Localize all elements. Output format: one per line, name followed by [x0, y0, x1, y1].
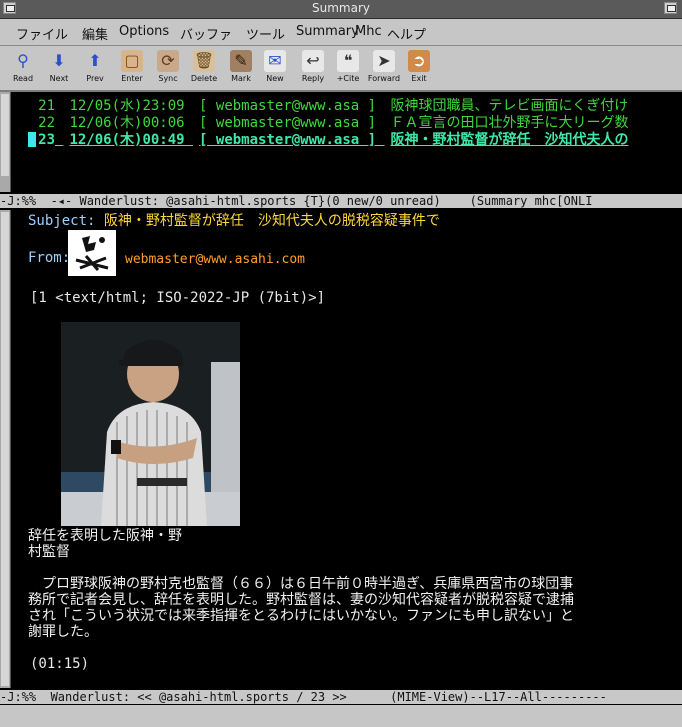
- next-label: Next: [49, 74, 69, 83]
- menu-buffers[interactable]: バッファ: [180, 24, 232, 43]
- summary-row[interactable]: 21 12/05(水)23:09 [ webmaster@www.asa ] 阪…: [28, 98, 628, 115]
- row-subject: 阪神球団職員、テレビ画面にくぎ付け: [390, 98, 629, 114]
- open-folder-icon: ▢: [121, 50, 143, 72]
- summary-row[interactable]: 22 12/06(木)00:06 [ webmaster@www.asa ] Ｆ…: [28, 115, 628, 132]
- row-subject: ＦＡ宣言の田口壮外野手に大リーグ数: [390, 115, 629, 131]
- row-date: 12/06(木)00:49: [69, 132, 185, 148]
- forward-icon: ➤: [373, 50, 395, 72]
- row-date: 12/05(水)23:09: [69, 98, 185, 114]
- menu-mhc[interactable]: Mhc: [355, 24, 382, 39]
- row-from: [ webmaster@www.asa ]: [199, 132, 377, 148]
- sync-icon: ⟳: [157, 50, 179, 72]
- message-scroll-thumb[interactable]: [1, 212, 9, 686]
- new-label: New: [266, 74, 284, 83]
- message-pane: Subject: 阪神・野村監督が辞任 沙知代夫人の脱税容疑事件で From: …: [0, 210, 682, 688]
- body-line: 務所で記者会見し、辞任を表明した。野村監督は、妻の沙知代容疑者が脱税容疑で逮捕: [28, 592, 574, 608]
- reply-label: Reply: [301, 74, 325, 83]
- enter-button[interactable]: ▢ Enter: [115, 48, 149, 88]
- subject-label: Subject:: [28, 213, 96, 229]
- x-face-image: [68, 230, 116, 276]
- sync-button[interactable]: ⟳ Sync: [151, 48, 185, 88]
- next-button[interactable]: ⬇ Next: [42, 48, 76, 88]
- row-from: [ webmaster@www.asa ]: [199, 98, 377, 114]
- mark-button[interactable]: ✎ Mark: [224, 48, 258, 88]
- reply-button[interactable]: ↩ Reply: [296, 48, 330, 88]
- forward-button[interactable]: ➤ Forward: [367, 48, 401, 88]
- mark-label: Mark: [231, 74, 251, 83]
- menu-bar: ファイル 編集 Options バッファ ツール Summary Mhc ヘルプ: [0, 19, 682, 46]
- emacs-window: Summary ファイル 編集 Options バッファ ツール Summary…: [0, 0, 682, 727]
- exit-label: Exit: [411, 74, 427, 83]
- reply-icon: ↩: [302, 50, 324, 72]
- photo-caption: 辞任を表明した阪神・野 村監督: [28, 528, 182, 560]
- window-title: Summary: [312, 1, 370, 15]
- menu-tools[interactable]: ツール: [246, 24, 285, 43]
- row-date: 12/06(木)00:06: [69, 115, 185, 131]
- cite-button[interactable]: ❝ +Cite: [331, 48, 365, 88]
- summary-scrollbar[interactable]: [0, 92, 11, 192]
- new-button[interactable]: ✉ New: [258, 48, 292, 88]
- from-label: From:: [28, 250, 71, 266]
- magnifier-icon: ⚲: [17, 51, 29, 70]
- from-address-wrap: webmaster@www.asahi.com: [125, 251, 305, 267]
- caption-line: 辞任を表明した阪神・野: [28, 528, 182, 544]
- forward-label: Forward: [367, 74, 401, 83]
- exit-button[interactable]: ➲ Exit: [402, 48, 436, 88]
- menu-edit[interactable]: 編集: [82, 24, 108, 43]
- row-number: 21: [38, 98, 55, 114]
- summary-scroll-thumb[interactable]: [1, 94, 9, 176]
- menu-summary[interactable]: Summary: [296, 24, 359, 39]
- trash-icon: 🗑: [193, 50, 215, 72]
- read-button[interactable]: ⚲ Read: [6, 48, 40, 88]
- mark-icon: ✎: [230, 50, 252, 72]
- summary-mode-line: -J:%% -◂- Wanderlust: @asahi-html.sports…: [0, 194, 682, 208]
- summary-row-current[interactable]: 23 12/06(木)00:49 [ webmaster@www.asa ] 阪…: [28, 132, 628, 149]
- cite-icon: ❝: [337, 50, 359, 72]
- maximize-button[interactable]: [664, 2, 677, 14]
- arrow-down-icon: ⬇: [52, 51, 66, 70]
- enter-label: Enter: [121, 74, 143, 83]
- new-mail-icon: ✉: [264, 50, 286, 72]
- menu-help[interactable]: ヘルプ: [387, 24, 426, 43]
- subject-header: Subject: 阪神・野村監督が辞任 沙知代夫人の脱税容疑事件で: [28, 210, 440, 230]
- from-address[interactable]: webmaster@www.asahi.com: [125, 252, 305, 267]
- menu-file[interactable]: ファイル: [16, 24, 68, 43]
- body-line: され「こういう状況では来季指揮をとるわけにはいかない。ファンにも申し訳ない」と: [28, 608, 574, 624]
- message-mode-line: -J:%% Wanderlust: << @asahi-html.sports …: [0, 690, 682, 704]
- article-photo: [61, 322, 240, 526]
- summary-pane: 21 12/05(水)23:09 [ webmaster@www.asa ] 阪…: [0, 92, 682, 192]
- title-bar: Summary: [0, 0, 682, 19]
- delete-label: Delete: [190, 74, 218, 83]
- row-number: 22: [38, 115, 55, 131]
- cite-label: +Cite: [336, 74, 360, 83]
- prev-button[interactable]: ⬆ Prev: [78, 48, 112, 88]
- window-bottom-frame: [0, 705, 682, 727]
- mime-part-button[interactable]: [1 <text/html; ISO-2022-JP (7bit)>]: [30, 290, 325, 306]
- read-label: Read: [12, 74, 34, 83]
- prev-label: Prev: [86, 74, 104, 83]
- row-from: [ webmaster@www.asa ]: [199, 115, 377, 131]
- caption-line: 村監督: [28, 544, 70, 560]
- message-scrollbar[interactable]: [0, 210, 11, 688]
- delete-button[interactable]: 🗑 Delete: [187, 48, 221, 88]
- body-line: プロ野球阪神の野村克也監督（６６）は６日午前０時半過ぎ、兵庫県西宮市の球団事: [28, 576, 574, 592]
- body-line: 謝罪した。: [28, 624, 98, 640]
- from-header: From:: [28, 250, 70, 266]
- arrow-up-icon: ⬆: [88, 51, 102, 70]
- row-subject: 阪神・野村監督が辞任 沙知代夫人の: [390, 132, 629, 148]
- subject-text: 阪神・野村監督が辞任 沙知代夫人の脱税容疑事件で: [103, 213, 440, 229]
- exit-icon: ➲: [408, 50, 430, 72]
- article-time: (01:15): [30, 656, 90, 672]
- toolbar: ⚲ Read ⬇ Next ⬆ Prev ▢ Enter ⟳ Sync 🗑 De…: [0, 46, 682, 92]
- article-body: プロ野球阪神の野村克也監督（６６）は６日午前０時半過ぎ、兵庫県西宮市の球団事 務…: [28, 576, 668, 640]
- menu-options[interactable]: Options: [119, 24, 169, 39]
- text-cursor: [28, 132, 36, 147]
- sync-label: Sync: [158, 74, 178, 83]
